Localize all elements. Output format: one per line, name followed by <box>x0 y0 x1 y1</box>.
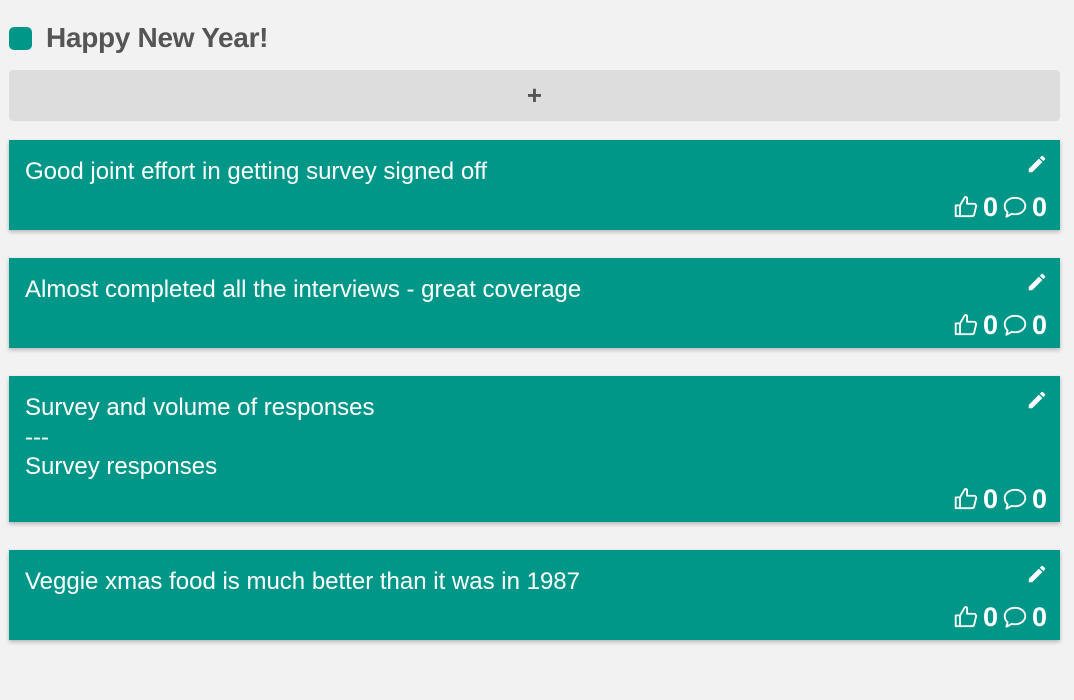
card[interactable]: Survey and volume of responses --- Surve… <box>9 376 1060 522</box>
comment-icon[interactable] <box>1002 312 1028 338</box>
card-footer: 0 0 <box>953 192 1047 222</box>
column-title: Happy New Year! <box>46 22 269 53</box>
retro-column: Happy New Year! + Good joint effort in g… <box>0 0 1074 700</box>
card[interactable]: Good joint effort in getting survey sign… <box>9 140 1060 230</box>
comment-icon[interactable] <box>1002 194 1028 220</box>
comment-icon[interactable] <box>1002 486 1028 512</box>
card-footer: 0 0 <box>953 602 1047 632</box>
thumbs-up-icon[interactable] <box>953 486 979 512</box>
comment-count: 0 <box>1031 483 1047 514</box>
comment-count: 0 <box>1031 191 1047 222</box>
pencil-icon[interactable] <box>1026 153 1048 175</box>
card[interactable]: Veggie xmas food is much better than it … <box>9 550 1060 640</box>
like-count: 0 <box>982 191 998 222</box>
card-footer: 0 0 <box>953 484 1047 514</box>
pencil-icon[interactable] <box>1026 389 1048 411</box>
add-card-button[interactable]: + <box>9 70 1060 121</box>
comment-count: 0 <box>1031 601 1047 632</box>
thumbs-up-icon[interactable] <box>953 194 979 220</box>
card-footer: 0 0 <box>953 310 1047 340</box>
like-count: 0 <box>982 309 998 340</box>
card[interactable]: Almost completed all the interviews - gr… <box>9 258 1060 348</box>
comment-count: 0 <box>1031 309 1047 340</box>
card-text: Almost completed all the interviews - gr… <box>25 276 582 303</box>
column-color-dot <box>9 26 32 50</box>
card-text: Survey and volume of responses --- Surve… <box>25 394 375 480</box>
like-count: 0 <box>982 601 998 632</box>
pencil-icon[interactable] <box>1026 271 1048 293</box>
comment-icon[interactable] <box>1002 604 1028 630</box>
thumbs-up-icon[interactable] <box>953 604 979 630</box>
thumbs-up-icon[interactable] <box>953 312 979 338</box>
card-text: Veggie xmas food is much better than it … <box>25 568 580 595</box>
pencil-icon[interactable] <box>1026 563 1048 585</box>
column-header: Happy New Year! <box>9 18 269 58</box>
like-count: 0 <box>982 483 998 514</box>
card-text: Good joint effort in getting survey sign… <box>25 158 488 185</box>
